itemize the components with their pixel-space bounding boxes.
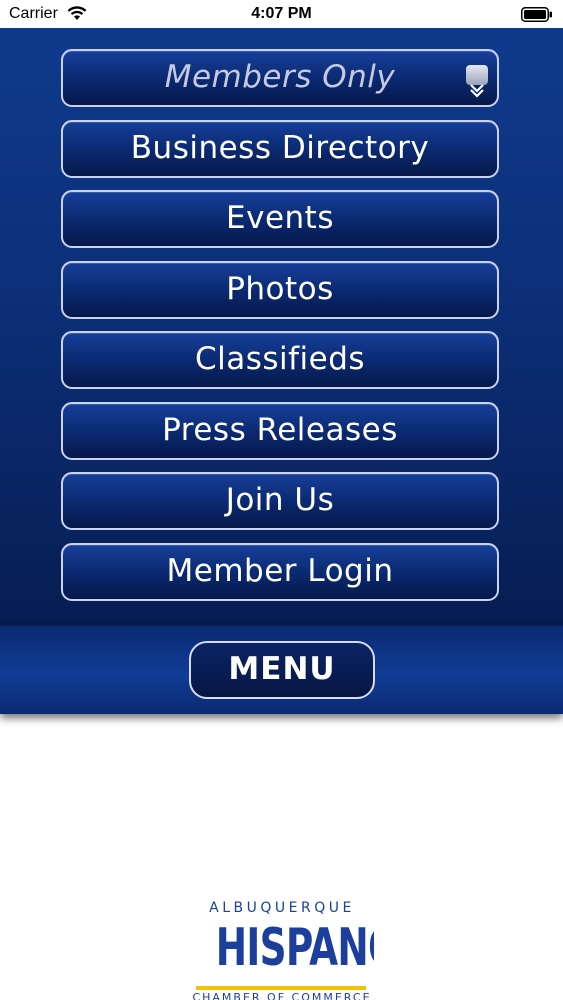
logo-divider — [196, 986, 366, 990]
menu-item-photos[interactable]: Photos — [61, 261, 499, 319]
menu-panel: Members Only Business Directory Events P… — [0, 28, 563, 626]
logo-top-text: ALBUQUERQUE — [209, 900, 355, 916]
chamber-logo: ALBUQUERQUE HISPANO CHAMBER OF COMMERCE — [190, 896, 374, 1000]
bottom-bar: MENU — [0, 626, 563, 714]
menu-item-label: Events — [226, 200, 334, 236]
menu-item-label: Press Releases — [162, 412, 398, 448]
menu-item-label: Join Us — [225, 482, 335, 518]
menu-item-join-us[interactable]: Join Us — [61, 472, 499, 530]
status-bar: Carrier 4:07 PM — [0, 0, 563, 28]
clock-time: 4:07 PM — [251, 5, 312, 22]
menu-item-press-releases[interactable]: Press Releases — [61, 402, 499, 460]
battery-icon — [521, 7, 553, 27]
menu-item-member-login[interactable]: Member Login — [61, 543, 499, 601]
menu-item-business-directory[interactable]: Business Directory — [61, 120, 499, 178]
logo-sub-text: CHAMBER OF COMMERCE — [192, 991, 372, 1000]
members-only-header[interactable]: Members Only — [61, 49, 499, 107]
menu-toggle-button[interactable]: MENU — [189, 641, 375, 699]
menu-item-label: Photos — [226, 271, 334, 307]
chevron-double-down-icon[interactable] — [466, 65, 488, 98]
menu-item-label: Classifieds — [194, 341, 366, 377]
menu-item-classifieds[interactable]: Classifieds — [61, 331, 499, 389]
menu-item-events[interactable]: Events — [61, 190, 499, 248]
members-only-label: Members Only — [164, 59, 396, 95]
menu-item-label: Business Directory — [130, 130, 430, 166]
menu-item-label: Member Login — [166, 553, 394, 589]
logo-main-text: HISPANO — [215, 918, 374, 978]
